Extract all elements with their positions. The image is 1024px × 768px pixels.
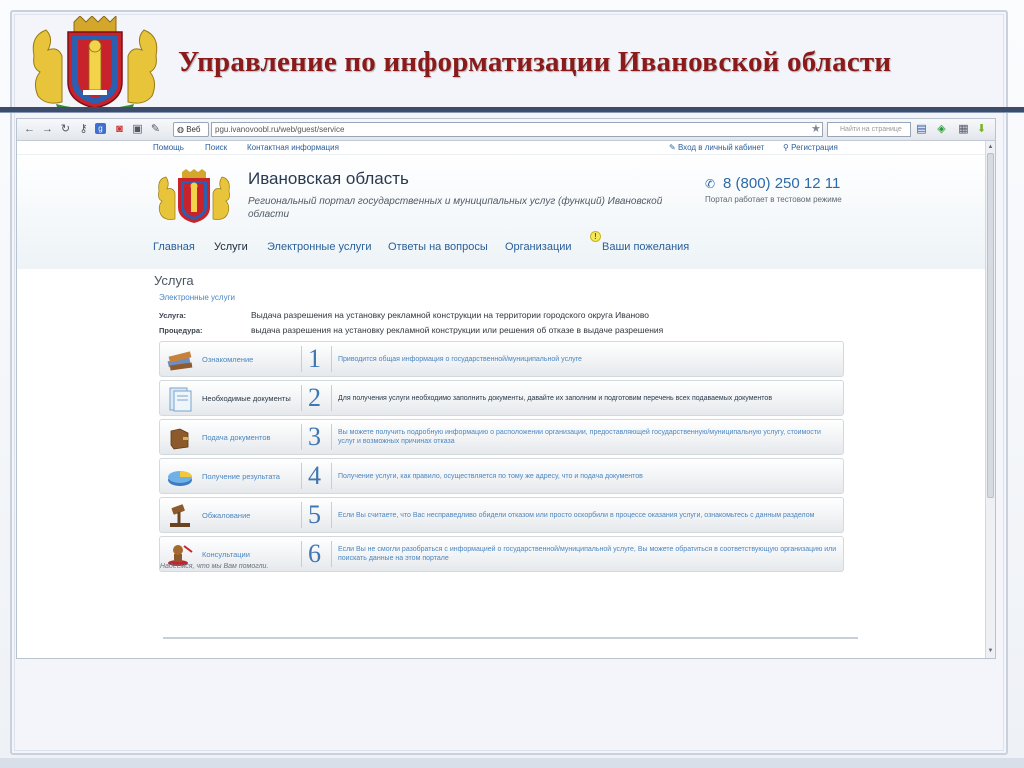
gavel-icon: [170, 504, 190, 527]
bookmark-star-icon[interactable]: ★: [811, 122, 821, 135]
procedure-value: выдача разрешения на установку рекламной…: [251, 325, 664, 335]
step-name[interactable]: Получение результата: [202, 459, 298, 493]
step-number: 4: [308, 461, 321, 490]
step-divider: [331, 346, 332, 372]
step-divider: [331, 385, 332, 411]
step-name[interactable]: Обжалование: [202, 498, 298, 532]
slide-title: Управление по информатизации Ивановской …: [178, 46, 892, 78]
region-title: Ивановская область: [248, 169, 409, 188]
panel-icon[interactable]: ▦: [957, 123, 970, 136]
service-content: Услуга Электронные услуги Услуга: Выдача…: [17, 269, 985, 658]
step-name[interactable]: Необходимые документы: [202, 381, 298, 415]
step-description: Если Вы не смогли разобраться с информац…: [338, 546, 837, 562]
nav-e-services[interactable]: Электронные услуги: [267, 241, 371, 253]
step-description: Для получения услуги необходимо заполнит…: [338, 394, 773, 402]
step-divider: [301, 463, 302, 489]
portal-header: Ивановская область Региональный портал г…: [17, 155, 985, 269]
nav-faq[interactable]: Ответы на вопросы: [388, 241, 488, 253]
disc-icon: [168, 471, 192, 486]
translate-icon[interactable]: ◈: [935, 123, 948, 136]
phone-note: Портал работает в тестовом режиме: [705, 195, 842, 204]
step-description: Вы можете получить подробную информацию …: [338, 429, 821, 445]
scroll-thumb[interactable]: [987, 153, 994, 498]
step-divider: [331, 424, 332, 450]
breadcrumb[interactable]: Электронные услуги: [159, 293, 235, 302]
coat-of-arms-icon: [32, 16, 158, 112]
step-number: 6: [308, 539, 321, 568]
scroll-down-icon[interactable]: ▼: [987, 647, 994, 655]
phone-number: 8 (800) 250 12 11: [723, 175, 841, 192]
back-icon[interactable]: ←: [23, 123, 36, 136]
browser-toolbar: ← → ↻ ⚷ g ◙ ▣ ✎ ◍ Веб pgu.ivanovoobl.ru/…: [17, 119, 995, 141]
step-name[interactable]: Ознакомление: [202, 342, 298, 376]
service-value: Выдача разрешения на установку рекламной…: [251, 310, 650, 320]
thanks-note: Надеемся, что мы Вам помогли.: [160, 563, 269, 570]
step-description: Приводится общая информация о государств…: [338, 355, 582, 363]
step-row[interactable]: Обжалование 5 Если Вы считаете, что Вас …: [159, 497, 844, 533]
image-icon[interactable]: ▣: [131, 123, 144, 136]
step-row[interactable]: Получение результата 4 Получение услуги,…: [159, 458, 844, 494]
alert-badge: !: [590, 231, 601, 242]
footer-divider: [163, 637, 858, 639]
step-divider: [301, 424, 302, 450]
procedure-label: Процедура:: [159, 326, 203, 335]
tab-web[interactable]: ◍ Веб: [173, 122, 209, 137]
step-name[interactable]: Подача документов: [202, 420, 298, 454]
step-divider: [301, 502, 302, 528]
slide-bottom-strip: [0, 758, 1024, 768]
register-link[interactable]: ⚲ Регистрация: [783, 143, 838, 152]
address-bar[interactable]: pgu.ivanovoobl.ru/web/guest/service: [211, 122, 823, 137]
tab-web-label: Веб: [186, 125, 201, 134]
step-divider: [331, 502, 332, 528]
step-divider: [301, 346, 302, 372]
books-icon: [167, 351, 193, 371]
step-description: Получение услуги, как правило, осуществл…: [338, 472, 643, 480]
region-emblem-icon[interactable]: [155, 169, 233, 225]
nav-organizations[interactable]: Организации: [505, 241, 572, 253]
forward-icon[interactable]: →: [41, 123, 54, 136]
login-label: Вход в личный кабинет: [677, 143, 765, 152]
portal-subtitle: Региональный портал государственных и му…: [248, 196, 663, 220]
register-label: Регистрация: [791, 143, 838, 152]
section-title: Услуга: [154, 273, 194, 288]
service-label: Услуга:: [159, 311, 186, 320]
step-row[interactable]: Подача документов 3 Вы можете получить п…: [159, 419, 844, 455]
extension-icon[interactable]: g: [95, 123, 106, 134]
main-nav: Главная Услуги Электронные услуги Ответы…: [153, 241, 873, 261]
search-link[interactable]: Поиск: [205, 143, 227, 152]
portal-topbar: Помощь Поиск Контактная информация ✎ Вхо…: [17, 141, 985, 155]
documents-icon: [169, 387, 192, 412]
step-divider: [301, 541, 302, 567]
nav-home[interactable]: Главная: [153, 241, 195, 253]
key-icon[interactable]: ⚷: [77, 123, 90, 136]
step-description: Если Вы считаете, что Вас несправедливо …: [338, 511, 815, 519]
step-divider: [301, 385, 302, 411]
step-row[interactable]: Ознакомление 1 Приводится общая информац…: [159, 341, 844, 377]
tools-icon[interactable]: ✎: [149, 123, 162, 136]
step-number: 2: [308, 383, 321, 412]
scroll-up-icon[interactable]: ▲: [987, 143, 994, 151]
step-number: 5: [308, 500, 321, 529]
login-link[interactable]: ✎ Вход в личный кабинет: [669, 143, 764, 152]
nav-services[interactable]: Услуги: [214, 241, 248, 253]
header-divider-thin: [0, 112, 1024, 113]
adblock-icon[interactable]: ◙: [113, 123, 126, 136]
help-link[interactable]: Помощь: [153, 143, 184, 152]
reload-icon[interactable]: ↻: [59, 123, 72, 136]
search-input[interactable]: Найти на странице: [827, 122, 911, 137]
download-icon[interactable]: ⬇: [975, 123, 988, 136]
scrollbar[interactable]: ▲ ▼: [985, 141, 995, 658]
save-icon[interactable]: ▤: [915, 123, 928, 136]
step-divider: [331, 463, 332, 489]
folder-icon: [170, 428, 189, 450]
step-row[interactable]: Необходимые документы 2 Для получения ус…: [159, 380, 844, 416]
step-number: 1: [308, 344, 321, 373]
browser-window: ← → ↻ ⚷ g ◙ ▣ ✎ ◍ Веб pgu.ivanovoobl.ru/…: [16, 118, 996, 659]
contact-link[interactable]: Контактная информация: [247, 143, 339, 152]
step-number: 3: [308, 422, 321, 451]
step-divider: [331, 541, 332, 567]
phone-icon: ✆: [705, 177, 716, 191]
nav-wishes[interactable]: Ваши пожелания: [602, 241, 689, 253]
